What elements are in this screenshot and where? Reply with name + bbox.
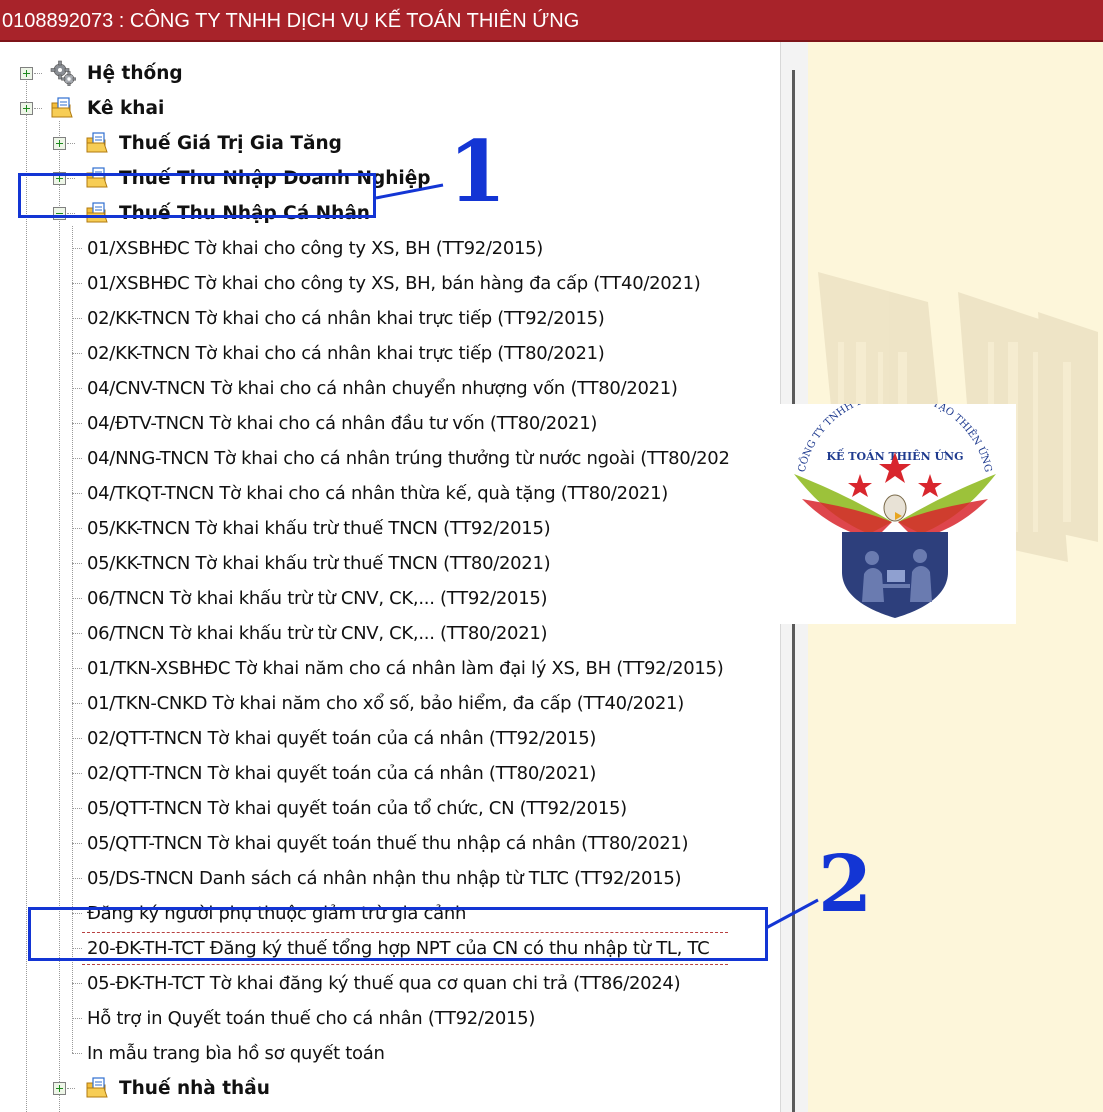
tree-form-node[interactable]: 05/KK-TNCN Tờ khai khấu trừ thuế TNCN (T… xyxy=(0,511,780,546)
highlight-box-2 xyxy=(28,907,768,961)
tree-form-node[interactable]: 04/NNG-TNCN Tờ khai cho cá nhân trúng th… xyxy=(0,441,780,476)
tree-connector xyxy=(72,808,82,809)
tree-node-label: 02/KK-TNCN Tờ khai cho cá nhân khai trực… xyxy=(87,308,605,329)
callout-number-2: 2 xyxy=(818,839,873,930)
tree-form-node[interactable]: 04/ĐTV-TNCN Tờ khai cho cá nhân đầu tư v… xyxy=(0,406,780,441)
tree-node-label: 04/ĐTV-TNCN Tờ khai cho cá nhân đầu tư v… xyxy=(87,413,598,434)
tree-node-label: 06/TNCN Tờ khai khấu trừ từ CNV, CK,... … xyxy=(87,588,548,609)
tree-connector xyxy=(72,633,82,634)
tree-node-label: 01/TKN-CNKD Tờ khai năm cho xổ số, bảo h… xyxy=(87,693,684,714)
tree-form-node[interactable]: 05/KK-TNCN Tờ khai khấu trừ thuế TNCN (T… xyxy=(0,546,780,581)
tree-form-node[interactable]: 02/KK-TNCN Tờ khai cho cá nhân khai trực… xyxy=(0,336,780,371)
logo-wings-icon xyxy=(794,474,996,540)
tree-connector xyxy=(72,318,82,319)
tree-connector xyxy=(72,668,82,669)
tree-form-node[interactable]: Hỗ trợ in Quyết toán thuế cho cá nhân (T… xyxy=(0,1001,780,1036)
window-title: 0108892073 : CÔNG TY TNHH DỊCH VỤ KẾ TOÁ… xyxy=(2,10,580,32)
tree-connector xyxy=(67,1088,75,1089)
tree-node-label: 05/QTT-TNCN Tờ khai quyết toán của tổ ch… xyxy=(87,798,627,819)
tree-connector xyxy=(72,353,82,354)
tree-connector xyxy=(72,878,82,879)
folder-icon xyxy=(85,1076,109,1100)
highlight-box-1 xyxy=(18,173,376,218)
tree-connector xyxy=(72,528,82,529)
tree-connector xyxy=(72,773,82,774)
tree-form-node[interactable]: 01/XSBHĐC Tờ khai cho công ty XS, BH, bá… xyxy=(0,266,780,301)
expand-icon[interactable] xyxy=(53,137,66,150)
tree-node-label: 01/TKN-XSBHĐC Tờ khai năm cho cá nhân là… xyxy=(87,658,724,679)
tree-form-node[interactable]: 05/DS-TNCN Danh sách cá nhân nhận thu nh… xyxy=(0,861,780,896)
tree-connector xyxy=(72,1053,82,1054)
tree-connector xyxy=(72,983,82,984)
company-logo: CÔNG TY TNHH DỊCH VỤ ĐÀO TẠO THIÊN ỨNG K… xyxy=(774,389,1016,624)
tree-node-label: 02/QTT-TNCN Tờ khai quyết toán của cá nh… xyxy=(87,728,597,749)
tree-node-label: 05/KK-TNCN Tờ khai khấu trừ thuế TNCN (T… xyxy=(87,518,551,539)
tree-node-label: 05/KK-TNCN Tờ khai khấu trừ thuế TNCN (T… xyxy=(87,553,551,574)
expand-icon[interactable] xyxy=(20,67,33,80)
tree-node-label: Kê khai xyxy=(87,98,165,119)
tree-connector xyxy=(34,73,42,74)
expand-icon[interactable] xyxy=(53,1082,66,1095)
tree-folder-node[interactable]: Kê khai xyxy=(0,91,780,126)
logo-emblem: CÔNG TY TNHH DỊCH VỤ ĐÀO TẠO THIÊN ỨNG K… xyxy=(794,389,996,618)
tree-connector xyxy=(72,1018,82,1019)
tree-connector xyxy=(72,598,82,599)
tree-form-node[interactable]: 05-ĐK-TH-TCT Tờ khai đăng ký thuế qua cơ… xyxy=(0,966,780,1001)
tree-folder-node[interactable]: Hệ thống xyxy=(0,56,780,91)
tree-connector xyxy=(72,423,82,424)
tree-connector xyxy=(72,388,82,389)
tree-node-label: 04/CNV-TNCN Tờ khai cho cá nhân chuyển n… xyxy=(87,378,678,399)
tree-node-label: Thuế Giá Trị Gia Tăng xyxy=(119,133,342,154)
tree-node-label: 01/XSBHĐC Tờ khai cho công ty XS, BH, bá… xyxy=(87,273,701,294)
tree-connector xyxy=(72,493,82,494)
tree-form-node[interactable]: 02/KK-TNCN Tờ khai cho cá nhân khai trực… xyxy=(0,301,780,336)
tree-connector xyxy=(72,843,82,844)
tree-form-node[interactable]: 01/TKN-CNKD Tờ khai năm cho xổ số, bảo h… xyxy=(0,686,780,721)
tree-node-label: 02/KK-TNCN Tờ khai cho cá nhân khai trực… xyxy=(87,343,605,364)
selection-border-bottom xyxy=(82,964,728,965)
tree-node-label: Hỗ trợ in Quyết toán thuế cho cá nhân (T… xyxy=(87,1008,536,1029)
tree-node-label: Hệ thống xyxy=(87,63,183,84)
tree-form-node[interactable]: 05/QTT-TNCN Tờ khai quyết toán của tổ ch… xyxy=(0,791,780,826)
gear-icon xyxy=(50,60,77,87)
tree-node-label: 06/TNCN Tờ khai khấu trừ từ CNV, CK,... … xyxy=(87,623,548,644)
tree-node-label: In mẫu trang bìa hồ sơ quyết toán xyxy=(87,1043,385,1064)
tree-folder-node[interactable]: Thuế Giá Trị Gia Tăng xyxy=(0,126,780,161)
tree-connector xyxy=(67,143,75,144)
expand-icon[interactable] xyxy=(20,102,33,115)
tree-node-label: 05/DS-TNCN Danh sách cá nhân nhận thu nh… xyxy=(87,868,682,889)
tree-node-label: 04/TKQT-TNCN Tờ khai cho cá nhân thừa kế… xyxy=(87,483,669,504)
tree-connector xyxy=(72,563,82,564)
tree-form-node[interactable]: 02/QTT-TNCN Tờ khai quyết toán của cá nh… xyxy=(0,721,780,756)
folder-icon xyxy=(50,96,74,120)
tree-form-node[interactable]: 01/XSBHĐC Tờ khai cho công ty XS, BH (TT… xyxy=(0,231,780,266)
tree-connector xyxy=(34,108,42,109)
tree-connector xyxy=(72,738,82,739)
tree-folder-node[interactable]: Thuế Tài Nguyên xyxy=(0,1106,780,1112)
tree-node-label: 04/NNG-TNCN Tờ khai cho cá nhân trúng th… xyxy=(87,448,730,469)
tree-form-node[interactable]: 04/CNV-TNCN Tờ khai cho cá nhân chuyển n… xyxy=(0,371,780,406)
tree-connector xyxy=(72,458,82,459)
tree-connector xyxy=(72,703,82,704)
tree-connector xyxy=(72,248,82,249)
window-title-bar: 0108892073 : CÔNG TY TNHH DỊCH VỤ KẾ TOÁ… xyxy=(0,0,1103,42)
tree-form-node[interactable]: 04/TKQT-TNCN Tờ khai cho cá nhân thừa kế… xyxy=(0,476,780,511)
tree-node-label: 05-ĐK-TH-TCT Tờ khai đăng ký thuế qua cơ… xyxy=(87,973,681,994)
tree-connector xyxy=(72,283,82,284)
tree-form-node[interactable]: 05/QTT-TNCN Tờ khai quyết toán thuế thu … xyxy=(0,826,780,861)
folder-icon xyxy=(85,131,109,155)
tree-form-node[interactable]: In mẫu trang bìa hồ sơ quyết toán xyxy=(0,1036,780,1071)
tree-form-node[interactable]: 01/TKN-XSBHĐC Tờ khai năm cho cá nhân là… xyxy=(0,651,780,686)
tree-node-label: 05/QTT-TNCN Tờ khai quyết toán thuế thu … xyxy=(87,833,689,854)
tree-folder-node[interactable]: Thuế nhà thầu xyxy=(0,1071,780,1106)
callout-number-1: 1 xyxy=(448,122,507,221)
tree-form-node[interactable]: 02/QTT-TNCN Tờ khai quyết toán của cá nh… xyxy=(0,756,780,791)
tree-node-label: 01/XSBHĐC Tờ khai cho công ty XS, BH (TT… xyxy=(87,238,543,259)
tree-node-label: Thuế nhà thầu xyxy=(119,1078,270,1099)
tree-form-node[interactable]: 06/TNCN Tờ khai khấu trừ từ CNV, CK,... … xyxy=(0,581,780,616)
tree-node-label: 02/QTT-TNCN Tờ khai quyết toán của cá nh… xyxy=(87,763,597,784)
tree-form-node[interactable]: 06/TNCN Tờ khai khấu trừ từ CNV, CK,... … xyxy=(0,616,780,651)
tree-node-label: Thuế Tài Nguyên xyxy=(119,1106,293,1112)
